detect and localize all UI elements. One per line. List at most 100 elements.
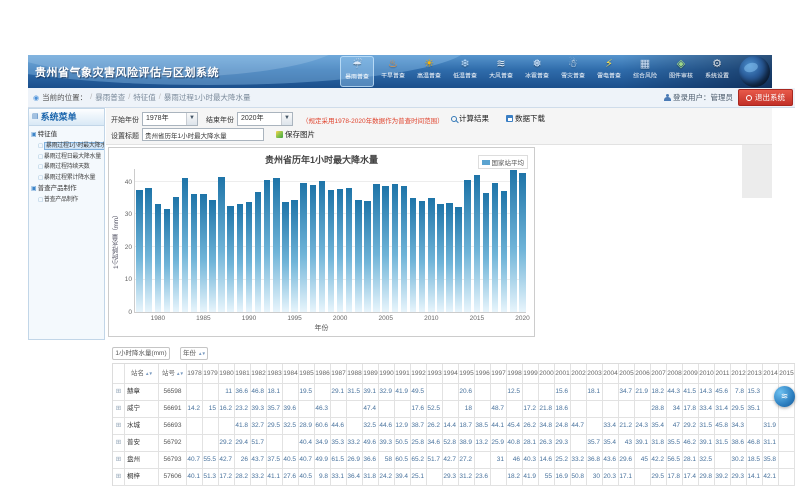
year-sort-pill[interactable]: 年份 ▲▼: [180, 347, 208, 360]
bar: [364, 201, 371, 312]
year-header: 1999: [523, 364, 539, 384]
year-header: 1996: [475, 364, 491, 384]
value-cell: 33.2: [251, 469, 267, 486]
save-image-button[interactable]: 保存图片: [276, 129, 315, 140]
start-year-select[interactable]: 1978年 ▼: [142, 112, 198, 126]
table-row[interactable]: ⊞普安5679229.229.451.740.434.935.333.249.6…: [113, 435, 795, 452]
y-tick-label: 0: [112, 309, 132, 316]
expand-icon[interactable]: ⊞: [113, 435, 125, 452]
breadcrumb-link[interactable]: 暴雨过程1小时最大降水量: [164, 92, 251, 103]
sort-arrows-icon[interactable]: ▲▼: [145, 364, 152, 383]
end-year-select[interactable]: 2020年 ▼: [237, 112, 293, 126]
value-cell: 25.8: [411, 435, 427, 452]
login-user-label: 登录用户：管理员: [673, 92, 733, 103]
table-row[interactable]: ⊞桐梓5760640.151.317.228.233.241.127.640.5…: [113, 469, 795, 486]
breadcrumb-items: /暴雨普查/特征值/暴雨过程1小时最大降水量: [90, 92, 250, 103]
sidebar: ▤ 系统菜单 ▣特征值▢暴雨过程1小时最大降水量▢暴雨过程日最大降水量▢暴雨过程…: [28, 108, 105, 340]
nav-item-composite-risk[interactable]: ▦综合风险: [628, 56, 662, 87]
x-tick-label: 2005: [374, 315, 398, 322]
value-cell: 39.1: [635, 435, 651, 452]
value-cell: 36.8: [587, 452, 603, 469]
nav-item-snow-disaster[interactable]: ☃雪灾普查: [556, 56, 590, 87]
value-cell: 65.2: [411, 452, 427, 469]
bar: [227, 206, 234, 312]
station-name-header[interactable]: 站名▲▼: [125, 364, 159, 384]
chart-legend[interactable]: 国家站平均: [478, 155, 529, 169]
table-row[interactable]: ⊞盘州5679340.755.542.72643.737.540.540.749…: [113, 452, 795, 469]
floating-widget-button[interactable]: ≋: [774, 386, 795, 407]
value-cell: [491, 469, 507, 486]
nav-item-wind[interactable]: ≋大风普查: [484, 56, 518, 87]
expand-icon[interactable]: ⊞: [113, 452, 125, 469]
value-type-pill[interactable]: 1小时降水量(mm): [112, 347, 170, 360]
download-button[interactable]: 数据下载: [506, 113, 545, 124]
sidebar-item[interactable]: ▢暴雨过程1小时最大降水量: [31, 141, 104, 152]
nav-item-map-review[interactable]: ◈图件审核: [664, 56, 698, 87]
table-row[interactable]: ⊞威宁5669114.21516.223.239.335.739.646.347…: [113, 401, 795, 418]
breadcrumb-link[interactable]: 特征值: [133, 92, 156, 103]
value-cell: 32.5: [699, 452, 715, 469]
bar: [392, 184, 399, 312]
expand-icon[interactable]: ⊞: [113, 469, 125, 486]
value-cell: [635, 401, 651, 418]
user-icon: [664, 94, 671, 102]
nav-item-low-temperature[interactable]: ❄低温普查: [448, 56, 482, 87]
tree-group[interactable]: ▣普查产品制作: [31, 183, 104, 195]
nav-item-settings[interactable]: ⚙系统设置: [700, 56, 734, 87]
bar: [501, 191, 508, 312]
value-cell: 44.3: [667, 384, 683, 401]
sort-arrows-icon[interactable]: ▲▼: [176, 364, 183, 383]
sidebar-item[interactable]: ▢暴雨过程日最大降水量: [31, 152, 104, 163]
value-cell: 34.3: [731, 418, 747, 435]
year-header: 1981: [235, 364, 251, 384]
value-cell: 26.2: [427, 418, 443, 435]
value-cell: 46: [507, 452, 523, 469]
sidebar-item[interactable]: ▢暴雨过程持续天数: [31, 162, 104, 173]
nav-item-hail[interactable]: ❅冰雹普查: [520, 56, 554, 87]
value-cell: 31.5: [699, 418, 715, 435]
expand-icon[interactable]: ⊞: [113, 401, 125, 418]
chart-title-input[interactable]: [142, 128, 264, 141]
expand-icon[interactable]: ⊞: [113, 384, 125, 401]
value-cell: 21.9: [635, 384, 651, 401]
value-cell: [523, 384, 539, 401]
bar: [373, 184, 380, 312]
chart-title: 贵州省历年1小时最大降水量: [109, 153, 534, 166]
year-header: 2015: [779, 364, 795, 384]
station-id-header[interactable]: 站号▲▼: [159, 364, 187, 384]
nav-item-drought[interactable]: ♨干旱普查: [376, 56, 410, 87]
nav-item-lightning[interactable]: ⚡雷电普查: [592, 56, 626, 87]
bar: [446, 203, 453, 312]
value-cell: 34.8: [539, 418, 555, 435]
year-header: 1983: [267, 364, 283, 384]
table-row[interactable]: ⊞水城5669341.832.729.532.528.960.644.632.5…: [113, 418, 795, 435]
value-cell: 18: [459, 401, 475, 418]
user-info: 登录用户：管理员 退出系统: [664, 88, 793, 107]
download-label: 数据下载: [515, 113, 545, 124]
value-cell: 17.6: [411, 401, 427, 418]
station-id-cell: 56793: [159, 452, 187, 469]
nav-item-high-temperature[interactable]: ☀高温普查: [412, 56, 446, 87]
expand-icon[interactable]: ⊞: [113, 418, 125, 435]
breadcrumb-link[interactable]: 暴雨普查: [95, 92, 125, 103]
value-cell: [267, 435, 283, 452]
value-cell: 14.3: [699, 384, 715, 401]
calculate-button[interactable]: 计算结果: [451, 113, 489, 124]
year-header: 1989: [363, 364, 379, 384]
logout-button[interactable]: 退出系统: [738, 89, 793, 106]
end-year-value: 2020年: [241, 115, 264, 122]
end-year-label: 结束年份: [206, 115, 234, 125]
nav-item-rainstorm[interactable]: ☔暴雨普查: [340, 56, 374, 87]
table-row[interactable]: ⊞赫章565981136.646.818.119.529.131.539.132…: [113, 384, 795, 401]
value-cell: 9.8: [315, 469, 331, 486]
sidebar-item[interactable]: ▢普查产品制作: [31, 195, 104, 206]
station-name-cell: 普安: [125, 435, 159, 452]
value-cell: 35.3: [331, 435, 347, 452]
x-tick-label: 2010: [419, 315, 443, 322]
value-cell: 29.5: [651, 469, 667, 486]
sidebar-item[interactable]: ▢暴雨过程累计降水量: [31, 173, 104, 184]
tree-group[interactable]: ▣特征值: [31, 129, 104, 141]
value-cell: [779, 469, 795, 486]
x-tick-label: 1995: [283, 315, 307, 322]
value-cell: 39.6: [283, 401, 299, 418]
